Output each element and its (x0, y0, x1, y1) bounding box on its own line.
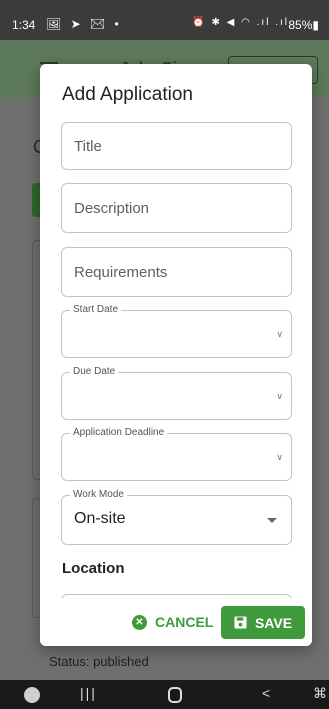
dialog-title: Add Application (62, 84, 193, 105)
status-bar: 1:34 🖼 ➤ ✉ • ⏰ ✱ ◀ ◠ .ıl .ıl 85%▮ (0, 0, 329, 40)
status-time: 1:34 (12, 18, 36, 32)
cancel-circle-icon: ✕ (132, 614, 147, 630)
due-date-label: Due Date (70, 366, 119, 378)
cancel-button[interactable]: ✕ CANCEL (128, 608, 217, 636)
system-nav-bar: ||| < ⌘ (0, 680, 329, 709)
back-button[interactable]: < (262, 685, 270, 701)
save-icon (234, 616, 247, 629)
work-mode-value: On-site (74, 510, 126, 527)
battery-indicator: 85%▮ (288, 18, 319, 32)
description-input[interactable]: Description (61, 183, 292, 233)
accessibility-icon[interactable]: ⌘ (313, 685, 327, 702)
recents-button[interactable]: ||| (80, 685, 97, 701)
dialog-actions: ✕ CANCEL SAVE (40, 598, 312, 646)
chevron-down-icon: ∨ (276, 329, 283, 339)
start-date-label: Start Date (70, 304, 122, 316)
save-label: SAVE (254, 614, 293, 631)
cancel-label: CANCEL (155, 614, 214, 630)
add-application-dialog: Add Application Title Description Requir… (40, 64, 312, 646)
chevron-down-icon: ∨ (276, 391, 283, 401)
app-drawer-icon[interactable] (24, 687, 40, 703)
home-button[interactable] (168, 687, 182, 703)
title-placeholder: Title (74, 138, 102, 155)
application-deadline-label: Application Deadline (70, 427, 168, 439)
requirements-input[interactable]: Requirements (61, 247, 292, 297)
due-date-select[interactable]: Due Date ∨ (61, 366, 292, 420)
dropdown-caret-icon (267, 518, 277, 523)
chevron-down-icon: ∨ (276, 452, 283, 462)
notification-icons: 🖼 ➤ ✉ • (46, 17, 122, 31)
work-mode-select[interactable]: Work Mode On-site (61, 489, 292, 545)
work-mode-label: Work Mode (70, 489, 127, 501)
description-placeholder: Description (74, 200, 150, 217)
save-button[interactable]: SAVE (221, 606, 305, 639)
background-status-text: Status: published (49, 654, 149, 669)
title-input[interactable]: Title (61, 122, 292, 170)
location-heading: Location (62, 560, 125, 577)
start-date-select[interactable]: Start Date ∨ (61, 304, 292, 358)
application-deadline-select[interactable]: Application Deadline ∨ (61, 427, 292, 481)
system-status-icons: ⏰ ✱ ◀ ◠ .ıl .ıl (192, 17, 289, 28)
requirements-placeholder: Requirements (74, 264, 168, 281)
